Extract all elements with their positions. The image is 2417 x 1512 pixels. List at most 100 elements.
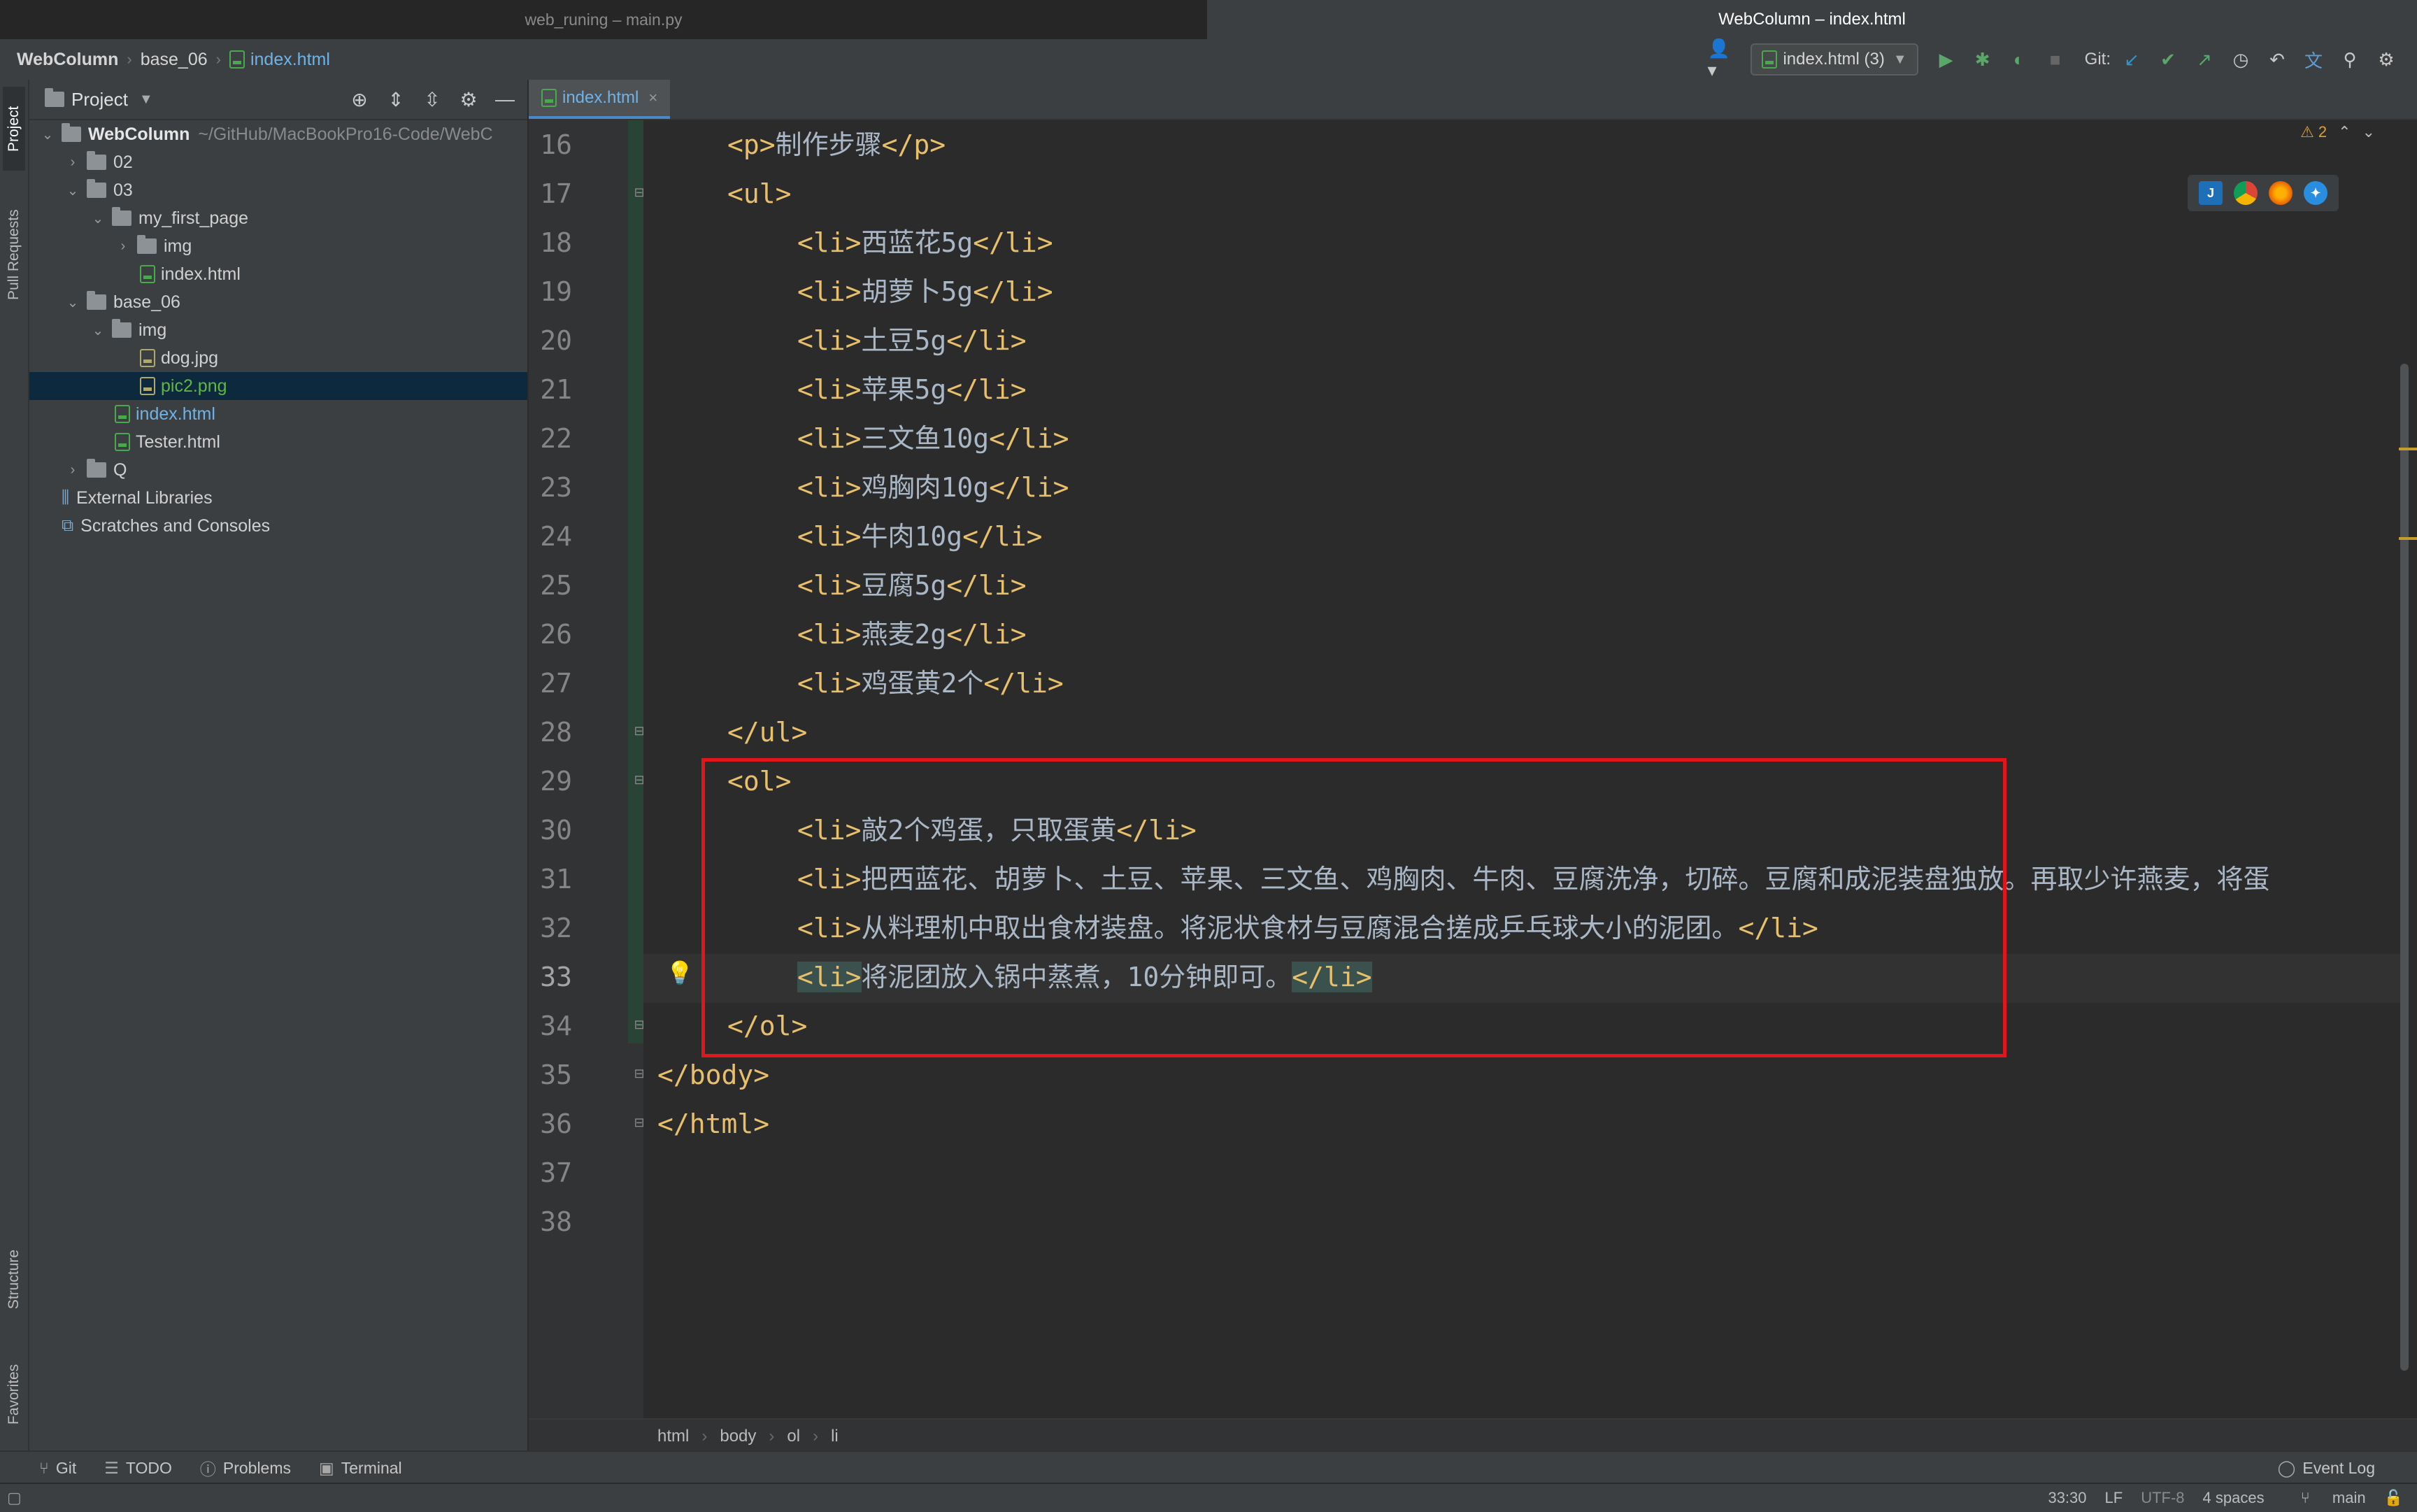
tree-item-webcolumn[interactable]: ⌄ WebColumn ~/GitHub/MacBookPro16-Code/W… xyxy=(29,120,527,148)
intellij-browser-icon[interactable]: J xyxy=(2199,181,2223,205)
folder-icon xyxy=(87,459,106,478)
collapse-all-icon[interactable]: ⇳ xyxy=(417,84,448,115)
user-icon[interactable]: 👤▾ xyxy=(1707,38,1738,80)
chrome-icon[interactable] xyxy=(2234,181,2258,205)
tree-item-index-html[interactable]: index.html xyxy=(29,260,527,288)
tree-item-img[interactable]: › img xyxy=(29,232,527,260)
run-icon[interactable]: ▶ xyxy=(1931,44,1962,75)
expand-all-icon[interactable]: ⇕ xyxy=(380,84,411,115)
intention-bulb-icon[interactable]: 💡 xyxy=(666,960,694,986)
coverage-icon[interactable]: ◐ xyxy=(2004,44,2034,75)
history-icon[interactable]: ◷ xyxy=(2225,44,2256,75)
tree-item-my-first-page[interactable]: ⌄ my_first_page xyxy=(29,204,527,232)
tool-tab-project[interactable]: Project xyxy=(3,87,25,171)
code-line: <li>燕麦2g</li> xyxy=(797,610,1027,659)
line-number: 38 xyxy=(540,1206,572,1237)
locate-icon[interactable]: ⊕ xyxy=(344,84,375,115)
git-commit-icon[interactable]: ✔ xyxy=(2153,44,2183,75)
layout-toggle-icon[interactable]: ▢ xyxy=(7,1484,22,1512)
hide-icon[interactable]: — xyxy=(490,84,520,115)
scratches-icon: ⧉ xyxy=(62,516,74,535)
breadcrumb-ol[interactable]: ol xyxy=(787,1427,800,1446)
window-tab-index-html[interactable]: WebColumn – index.html xyxy=(1207,0,2417,39)
tree-item-label: Scratches and Consoles xyxy=(80,515,271,536)
git-update-icon[interactable]: ↙ xyxy=(2116,44,2147,75)
git-push-icon[interactable]: ↗ xyxy=(2189,44,2220,75)
tree-item-dog-jpg[interactable]: dog.jpg xyxy=(29,344,527,372)
warning-stripe[interactable] xyxy=(2399,537,2417,540)
code-text: 豆腐5g xyxy=(861,570,947,601)
crumb-file[interactable]: index.html xyxy=(250,50,330,70)
tool-tab-structure[interactable]: Structure xyxy=(3,1227,25,1332)
stop-icon[interactable]: ■ xyxy=(2040,44,2071,75)
debug-icon[interactable]: ✱ xyxy=(1967,44,1998,75)
breadcrumb-body[interactable]: body xyxy=(720,1427,756,1446)
tree-item-label: dog.jpg xyxy=(161,348,219,368)
folder-icon xyxy=(137,235,157,254)
window-tab-label: web_runing – main.py xyxy=(525,10,683,29)
chevron-up-icon[interactable]: ⌃ xyxy=(2338,123,2351,141)
lock-icon[interactable]: 🔓 xyxy=(2384,1489,2403,1507)
translate-icon[interactable]: 文 xyxy=(2298,44,2329,75)
tool-todo[interactable]: ☰ TODO xyxy=(104,1459,172,1478)
chevron-down-icon: ⌄ xyxy=(92,322,104,338)
firefox-icon[interactable] xyxy=(2269,181,2293,205)
code-line: <li>苹果5g</li> xyxy=(797,365,1027,414)
tree-item-img[interactable]: ⌄ img xyxy=(29,316,527,344)
tree-item-base-06[interactable]: ⌄ base_06 xyxy=(29,288,527,316)
breadcrumb-html[interactable]: html xyxy=(657,1427,689,1446)
folder-icon xyxy=(112,319,131,338)
fold-marker-icon[interactable]: ⊟ xyxy=(632,772,647,787)
tree-item-03[interactable]: ⌄ 03 xyxy=(29,176,527,204)
project-panel-header: Project ▼ ⊕ ⇕ ⇳ ⚙ — xyxy=(29,80,527,120)
tree-item-tester-html[interactable]: Tester.html xyxy=(29,428,527,456)
tool-tab-favorites[interactable]: Favorites xyxy=(3,1346,25,1443)
chevron-down-icon[interactable]: ⌄ xyxy=(2362,123,2375,141)
fold-marker-icon[interactable]: ⊟ xyxy=(632,723,647,739)
gear-icon[interactable]: ⚙ xyxy=(2371,44,2402,75)
window-tab-main-py[interactable]: web_runing – main.py xyxy=(0,0,1207,39)
status-bar-right: 33:30 LF UTF-8 4 spaces ⑂ main 🔓 xyxy=(2030,1484,2403,1512)
fold-marker-icon[interactable]: ⊟ xyxy=(632,1115,647,1130)
safari-icon[interactable]: ✦ xyxy=(2304,181,2327,205)
search-icon[interactable]: ⚲ xyxy=(2334,44,2365,75)
caret-position[interactable]: 33:30 xyxy=(2048,1489,2086,1507)
gear-icon[interactable]: ⚙ xyxy=(453,84,484,115)
indent-setting[interactable]: 4 spaces xyxy=(2203,1489,2265,1507)
editor-tab-index-html[interactable]: index.html × xyxy=(529,80,671,119)
crumb-folder[interactable]: base_06 xyxy=(141,50,208,70)
breadcrumb-li[interactable]: li xyxy=(831,1427,839,1446)
tree-item-pic2-png[interactable]: pic2.png xyxy=(29,372,527,400)
editor-scrollbar[interactable] xyxy=(2400,364,2409,1371)
tree-item-index-html[interactable]: index.html xyxy=(29,400,527,428)
tree-item-02[interactable]: › 02 xyxy=(29,148,527,176)
fold-marker-icon[interactable]: ⊟ xyxy=(632,1066,647,1081)
html-tag: </li> xyxy=(989,472,1069,503)
inspection-widget[interactable]: ⚠ 2 ⌃ ⌄ xyxy=(2300,123,2375,141)
tree-item-q[interactable]: › Q xyxy=(29,456,527,484)
tool-event-log[interactable]: ◯ Event Log xyxy=(2278,1452,2375,1484)
close-icon[interactable]: × xyxy=(648,89,657,107)
tool-terminal[interactable]: ▣ Terminal xyxy=(319,1459,402,1478)
warning-stripe[interactable] xyxy=(2399,448,2417,450)
code-line: <li>豆腐5g</li> xyxy=(797,561,1027,610)
project-view-select[interactable]: Project ▼ xyxy=(45,80,153,119)
git-branch[interactable]: ⑂ main xyxy=(2283,1489,2366,1507)
rollback-icon[interactable]: ↶ xyxy=(2262,44,2293,75)
chevron-down-icon: ⌄ xyxy=(41,127,54,143)
crumb-project[interactable]: WebColumn xyxy=(17,50,118,70)
line-number: 30 xyxy=(540,815,572,846)
tool-tab-pull-requests[interactable]: Pull Requests xyxy=(3,192,25,318)
tool-problems[interactable]: ⓘ Problems xyxy=(200,1456,291,1480)
run-config-select[interactable]: index.html (3) ▼ xyxy=(1751,43,1918,76)
fold-marker-icon[interactable]: ⊟ xyxy=(632,185,647,200)
tree-item-scratches[interactable]: ⧉ Scratches and Consoles xyxy=(29,512,527,540)
tree-item-external-libraries[interactable]: ⫼ External Libraries xyxy=(29,484,527,512)
file-encoding[interactable]: UTF-8 xyxy=(2141,1489,2184,1507)
fold-marker-icon[interactable]: ⊟ xyxy=(632,1017,647,1032)
line-number: 36 xyxy=(540,1108,572,1139)
line-separator[interactable]: LF xyxy=(2105,1489,2123,1507)
html-file-icon xyxy=(140,265,155,283)
tool-git[interactable]: ⑂ Git xyxy=(39,1459,76,1478)
breadcrumb: WebColumn › base_06 › index.html xyxy=(17,39,330,80)
